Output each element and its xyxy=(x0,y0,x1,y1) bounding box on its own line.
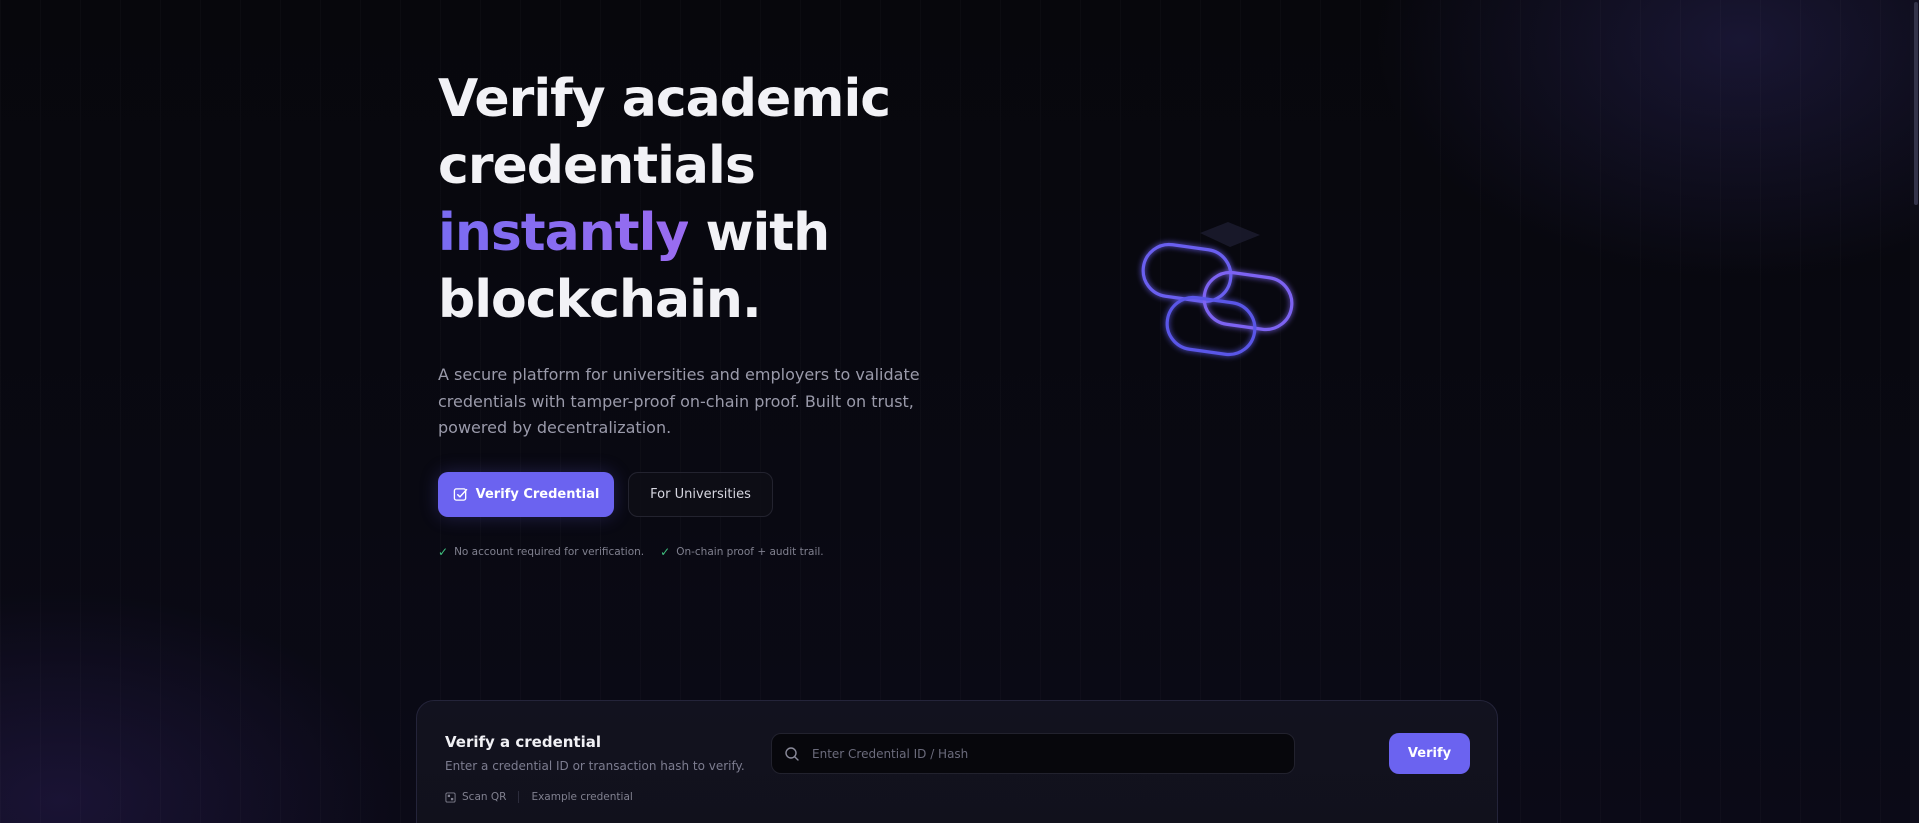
scan-qr-link[interactable]: Scan QR xyxy=(445,791,506,803)
check-square-icon xyxy=(453,488,467,501)
qr-icon xyxy=(445,791,456,803)
assurance-item: ✓ No account required for verification. xyxy=(438,545,644,559)
assurance-item: ✓ On-chain proof + audit trail. xyxy=(660,545,823,559)
example-credential-link[interactable]: Example credential xyxy=(531,791,632,803)
scrollbar-thumb[interactable] xyxy=(1914,2,1918,205)
verify-credential-card: Verify a credential Enter a credential I… xyxy=(416,700,1498,823)
for-universities-button[interactable]: For Universities xyxy=(628,472,773,517)
hero-title-accent: instantly xyxy=(438,203,689,263)
hero-title: Verify academic credentials instantly wi… xyxy=(438,66,958,334)
check-icon: ✓ xyxy=(660,545,671,559)
verify-credential-button[interactable]: Verify Credential xyxy=(438,472,614,517)
search-icon xyxy=(785,746,799,761)
assurance-text: No account required for verification. xyxy=(454,546,645,558)
assurance-list: ✓ No account required for verification. … xyxy=(438,545,824,559)
verify-credential-label: Verify Credential xyxy=(475,487,600,502)
divider xyxy=(518,791,520,803)
credential-search-input[interactable] xyxy=(810,745,1294,762)
hero-title-line: Verify academic credentials xyxy=(438,69,891,196)
chain-link-illustration xyxy=(1141,222,1294,357)
graduation-cap-icon xyxy=(1200,222,1260,247)
verify-button-label: Verify xyxy=(1407,746,1452,761)
card-description: Enter a credential ID or transaction has… xyxy=(445,759,745,773)
search-field[interactable] xyxy=(771,733,1295,774)
assurance-text: On-chain proof + audit trail. xyxy=(676,546,824,558)
scan-qr-label: Scan QR xyxy=(462,791,507,803)
hero-subtitle: A secure platform for universities and e… xyxy=(438,365,920,437)
card-title: Verify a credential xyxy=(445,733,601,751)
verify-button[interactable]: Verify xyxy=(1389,733,1470,774)
example-credential-label: Example credential xyxy=(531,791,633,803)
check-icon: ✓ xyxy=(438,545,449,559)
for-universities-label: For Universities xyxy=(650,487,751,502)
landing-page: Verify academic credentials instantly wi… xyxy=(0,0,1919,823)
card-links: Scan QR Example credential xyxy=(445,791,633,803)
